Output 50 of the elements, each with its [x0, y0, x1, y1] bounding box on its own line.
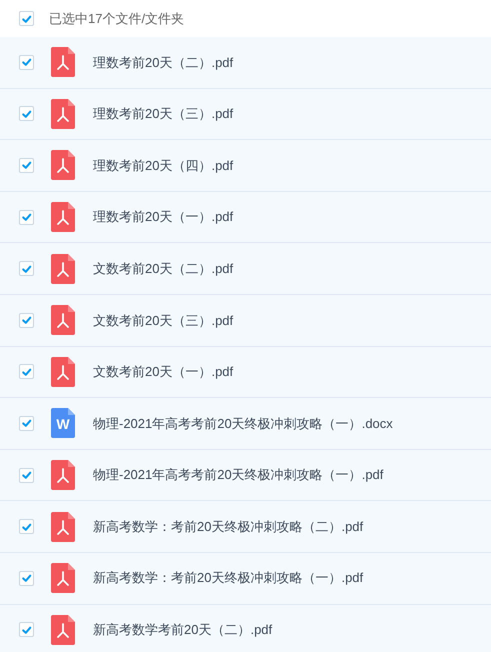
- file-row[interactable]: 理数考前20天（四）.pdf: [0, 140, 491, 192]
- selection-count: 已选中17个文件/文件夹: [49, 10, 184, 28]
- pdf-file-icon: [51, 150, 75, 180]
- pdf-file-icon: [51, 98, 75, 129]
- file-name: 理数考前20天（一）.pdf: [93, 208, 234, 226]
- file-row[interactable]: 物理-2021年高考考前20天终极冲刺攻略（一）.pdf: [0, 450, 491, 502]
- file-row[interactable]: 理数考前20天（一）.pdf: [0, 192, 491, 244]
- checkbox[interactable]: [19, 312, 34, 328]
- file-row[interactable]: 新高考数学：考前20天终极冲刺攻略（二）.pdf: [0, 501, 491, 553]
- pdf-file-icon: [51, 356, 75, 387]
- checkbox[interactable]: [19, 11, 34, 26]
- file-name: 文数考前20天（一）.pdf: [93, 363, 234, 382]
- file-row[interactable]: 新高考数学：考前20天终极冲刺攻略（一）.pdf: [0, 552, 491, 605]
- pdf-file-icon: [51, 202, 75, 232]
- checkbox[interactable]: [19, 106, 34, 122]
- checkbox[interactable]: [19, 468, 34, 483]
- pdf-file-icon: [51, 614, 75, 645]
- checkbox[interactable]: [19, 54, 34, 70]
- pdf-file-icon: [51, 254, 75, 284]
- file-row[interactable]: 文数考前20天（三）.pdf: [0, 294, 491, 347]
- pdf-file-icon: [51, 512, 75, 542]
- pdf-file-icon: [51, 47, 75, 78]
- file-name: 新高考数学：考前20天终极冲刺攻略（一）.pdf: [93, 569, 364, 588]
- file-row[interactable]: 新高考数学考前20天（二）.pdf: [0, 604, 491, 652]
- file-name: 文数考前20天（三）.pdf: [93, 312, 234, 330]
- file-name: 理数考前20天（四）.pdf: [93, 156, 234, 175]
- file-row[interactable]: 理数考前20天（三）.pdf: [0, 88, 491, 140]
- pdf-file-icon: [51, 460, 75, 490]
- document-file-icon: W: [51, 408, 75, 438]
- checkbox[interactable]: [19, 261, 34, 276]
- checkbox[interactable]: [19, 210, 34, 225]
- file-name: 新高考数学考前20天（二）.pdf: [93, 621, 272, 640]
- file-name: 理数考前20天（三）.pdf: [93, 105, 234, 124]
- file-row[interactable]: 文数考前20天（一）.pdf: [0, 346, 491, 398]
- file-row[interactable]: 理数考前20天（二）.pdf: [0, 37, 491, 89]
- file-name: 文数考前20天（二）.pdf: [93, 260, 234, 278]
- file-row[interactable]: 文数考前20天（二）.pdf: [0, 243, 491, 295]
- file-name: 新高考数学：考前20天终极冲刺攻略（二）.pdf: [93, 518, 364, 536]
- checkbox[interactable]: [19, 519, 34, 534]
- file-name: 理数考前20天（二）.pdf: [93, 54, 234, 72]
- checkbox[interactable]: [19, 622, 34, 638]
- file-name: 物理-2021年高考考前20天终极冲刺攻略（一）.docx: [93, 414, 393, 433]
- checkbox[interactable]: [19, 416, 34, 431]
- file-row[interactable]: W 物理-2021年高考考前20天终极冲刺攻略（一）.docx: [0, 398, 491, 450]
- checkbox[interactable]: [19, 158, 34, 173]
- pdf-file-icon: [51, 305, 75, 336]
- checkbox[interactable]: [19, 570, 34, 586]
- checkbox[interactable]: [19, 364, 34, 380]
- pdf-file-icon: [51, 563, 75, 594]
- file-name: 物理-2021年高考考前20天终极冲刺攻略（一）.pdf: [93, 466, 384, 484]
